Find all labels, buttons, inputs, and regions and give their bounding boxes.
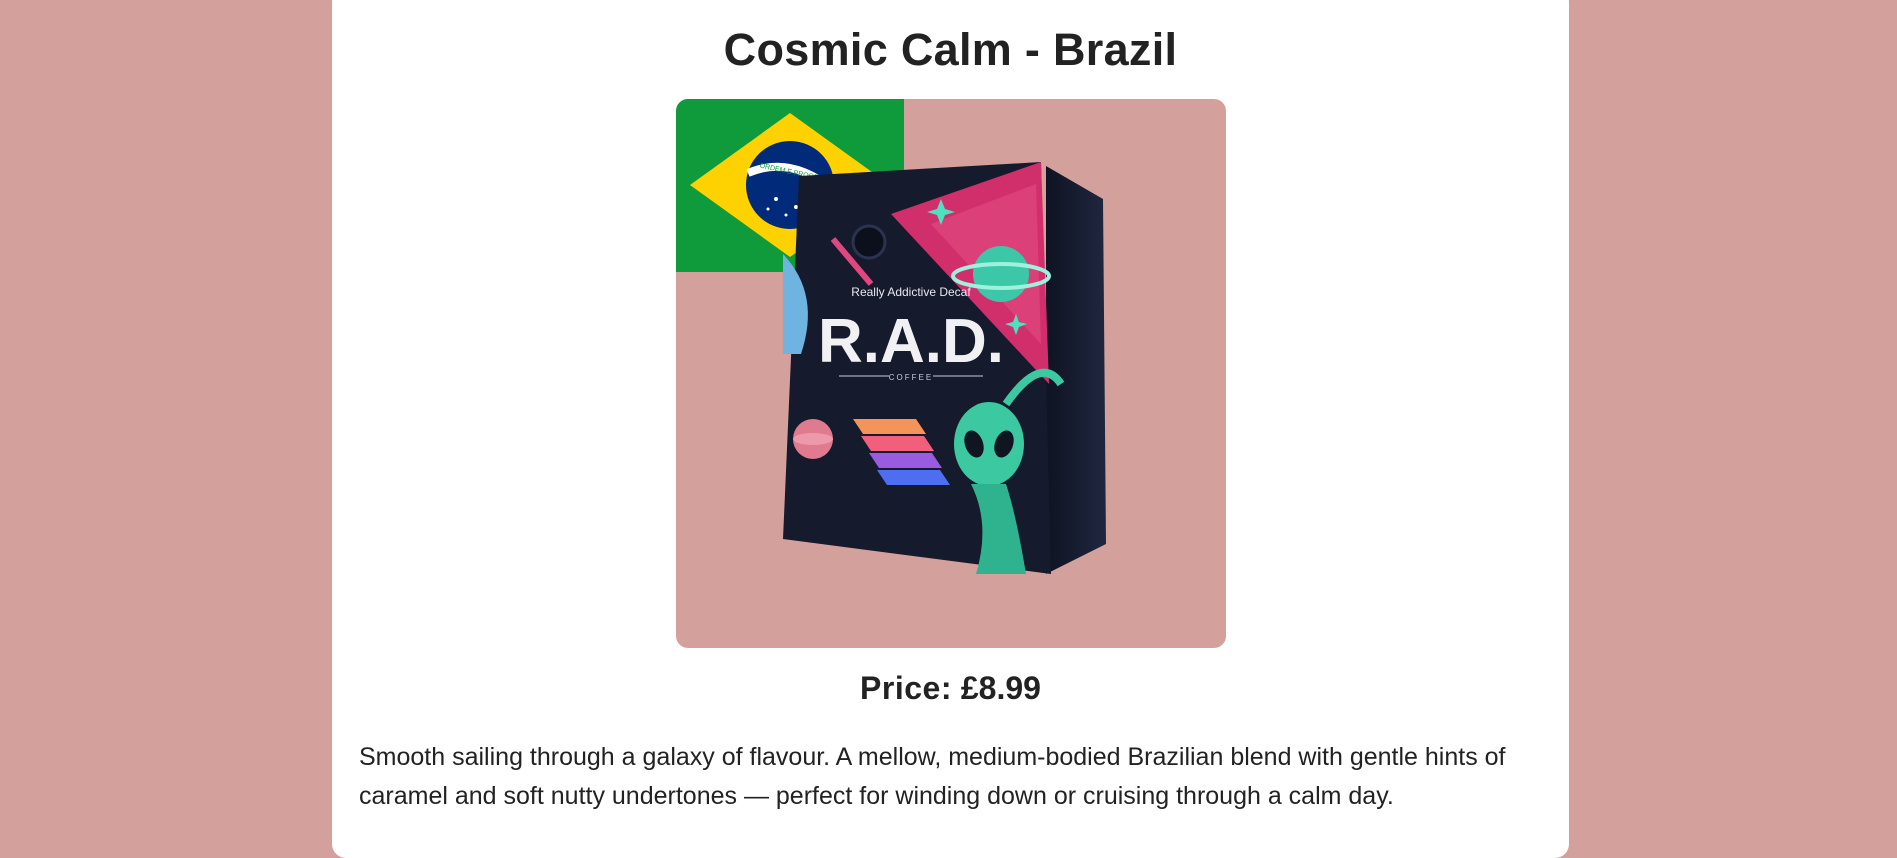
price-value: £8.99 [960, 670, 1041, 706]
product-image: ORDEM E PROGRESSO Really Addictive Decaf… [676, 99, 1226, 648]
bag-sub-label: COFFEE [889, 373, 933, 382]
product-description: Smooth sailing through a galaxy of flavo… [359, 743, 1506, 810]
coffee-bag-image: Really Addictive Decaf R.A.D. COFFEE [783, 162, 1106, 574]
price-label: Price: [860, 670, 952, 706]
bag-brand: R.A.D. [818, 307, 1004, 376]
product-title: Cosmic Calm - Brazil [723, 24, 1178, 75]
price: Price: £8.99 [332, 670, 1569, 707]
bag-tagline: Really Addictive Decaf [851, 285, 971, 299]
product-card: Cosmic Calm - Brazil ORDEM E PROGRESSO R… [332, 0, 1569, 858]
